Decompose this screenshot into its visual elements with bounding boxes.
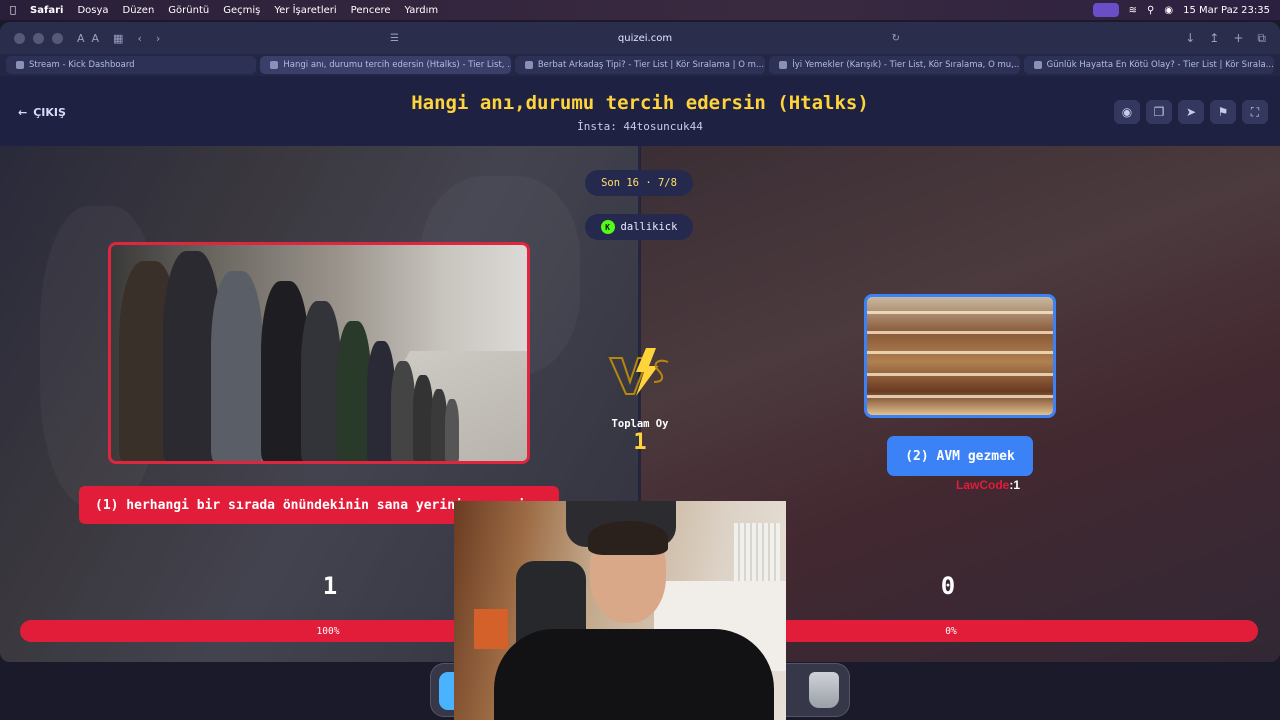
menu-yer-isaretleri[interactable]: Yer İşaretleri [274, 5, 336, 16]
fullscreen-icon[interactable]: ⛶ [1242, 100, 1268, 124]
tab-gunluk-hayatta[interactable]: Günlük Hayatta En Kötü Olay? - Tier List… [1023, 56, 1275, 74]
voter-count: 1 [1013, 478, 1021, 492]
menu-dosya[interactable]: Dosya [77, 5, 108, 16]
page-subtitle: İnsta: 44tosuncuk44 [577, 120, 703, 133]
address-text: quizei.com [617, 32, 673, 44]
right-percent-label: 0% [945, 625, 957, 637]
browser-toolbar: A A ▦ ‹ › ☰ quizei.com ↻ ↓ ↥ + ⧉ [0, 22, 1280, 54]
tab-overview-icon[interactable]: ▦ [113, 32, 123, 45]
total-votes-label: Toplam Oy [611, 418, 669, 430]
tabs-icon[interactable]: ⧉ [1257, 31, 1266, 46]
menu-goruntu[interactable]: Görüntü [168, 5, 209, 16]
download-icon[interactable]: ↓ [1185, 31, 1195, 46]
trash-icon[interactable] [809, 672, 839, 708]
left-percent-label: 100% [316, 625, 340, 637]
menu-app[interactable]: Safari [30, 5, 63, 16]
share-icon[interactable]: ↥ [1209, 31, 1219, 46]
quizei-favicon-icon [270, 61, 279, 69]
kick-logo-icon: K [600, 220, 615, 234]
send-icon[interactable]: ➤ [1178, 100, 1204, 124]
page-menu-icon[interactable]: ☰ [390, 33, 399, 44]
tab-kick-dashboard[interactable]: Stream - Kick Dashboard [6, 56, 257, 74]
reload-icon[interactable]: ↻ [892, 33, 900, 44]
page-title: Hangi anı,durumu tercih edersin (Htalks) [411, 92, 869, 114]
menu-duzen[interactable]: Düzen [123, 5, 155, 16]
quizei-favicon-icon [1033, 61, 1042, 69]
wifi-icon[interactable]: ≋ [1129, 5, 1137, 16]
new-tab-icon[interactable]: + [1233, 31, 1243, 46]
voter-name: LawCode [956, 478, 1010, 492]
right-option-image[interactable] [864, 294, 1056, 418]
screen-share-icon[interactable] [1092, 3, 1119, 17]
search-icon[interactable]: ⚲ [1147, 5, 1154, 16]
apple-icon[interactable]:  [10, 5, 16, 16]
streamer-name: dallikick [620, 221, 678, 233]
tab-current-quiz[interactable]: Hangi anı, durumu tercih edersin (Htalks… [260, 56, 511, 74]
total-votes-value: 1 [633, 430, 647, 455]
streamer-badge: K dallikick [585, 214, 693, 240]
quizei-favicon-icon [524, 61, 533, 69]
copy-icon[interactable]: ❐ [1146, 100, 1172, 124]
macos-menubar:  Safari Dosya Düzen Görüntü Geçmiş Yer … [0, 0, 1280, 20]
control-center-icon[interactable]: ◉ [1164, 5, 1173, 16]
kick-favicon-icon [16, 61, 24, 69]
close-window-button[interactable] [14, 32, 25, 44]
menu-yardim[interactable]: Yardım [405, 5, 439, 16]
left-option-image[interactable] [108, 242, 530, 464]
right-vote-count: 0 [940, 572, 956, 600]
quizei-favicon-icon [779, 61, 788, 69]
forward-icon[interactable]: › [156, 32, 160, 45]
tab-iyi-yemekler[interactable]: İyi Yemekler (Karışık) - Tier List, Kör … [769, 56, 1020, 74]
minimize-window-button[interactable] [33, 32, 44, 44]
round-stage-badge: Son 16 · 7/8 [585, 170, 693, 196]
tab-berbat-arkadas[interactable]: Berbat Arkadaş Tipi? - Tier List | Kör S… [514, 56, 766, 74]
right-option-button[interactable]: (2) AVM gezmek [887, 436, 1033, 476]
tab-bar: Stream - Kick Dashboard Hangi anı, durum… [0, 54, 1280, 76]
menubar-clock[interactable]: 15 Mar Paz 23:35 [1183, 5, 1270, 16]
menu-gecmis[interactable]: Geçmiş [223, 5, 260, 16]
flag-icon[interactable]: ⚑ [1210, 100, 1236, 124]
menu-pencere[interactable]: Pencere [351, 5, 391, 16]
back-icon[interactable]: ‹ [137, 32, 141, 45]
vs-lightning-icon [608, 348, 669, 396]
address-bar[interactable]: ☰ quizei.com ↻ [390, 28, 900, 48]
left-vote-count: 1 [322, 572, 338, 600]
text-size-icon[interactable]: A A [77, 32, 99, 45]
voter-tag: LawCode:1 [956, 478, 1020, 492]
eye-icon[interactable]: ◉ [1114, 100, 1140, 124]
zoom-window-button[interactable] [52, 32, 63, 44]
webcam-overlay [454, 501, 786, 720]
